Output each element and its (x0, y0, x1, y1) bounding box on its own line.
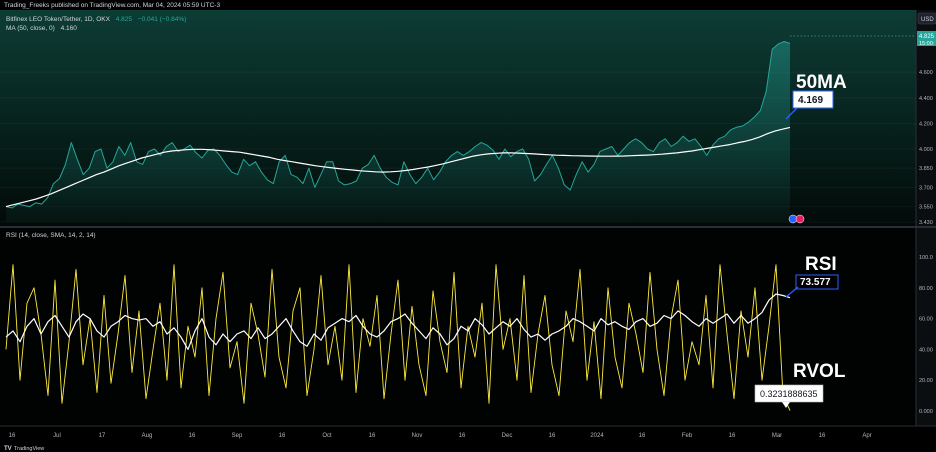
x-axis-tick: Sep (232, 433, 243, 439)
x-axis-tick: Nov (412, 433, 423, 439)
chart-root: Trading_Freeks published on TradingView.… (0, 2, 936, 452)
last-price-tag-value: 4.825 (919, 34, 935, 40)
x-axis-tick: Dec (502, 433, 513, 439)
x-axis-tick: Feb (682, 433, 693, 439)
event-icon[interactable] (795, 214, 805, 224)
price-y-tick: 4.000 (919, 147, 933, 153)
published-line: Trading_Freeks published on TradingView.… (4, 2, 220, 9)
price-y-tick: 3.700 (919, 185, 933, 191)
rsi-y-tick: 60.00 (919, 317, 933, 323)
x-axis-tick: 16 (549, 433, 556, 439)
last-price-tag-time: 15:00: (919, 41, 935, 47)
symbol-change: −0.041 (−0.84%) (138, 16, 186, 23)
x-axis-tick: Oct (322, 433, 332, 439)
rsi-y-tick: 20.00 (919, 378, 933, 384)
x-axis-tick: 17 (99, 433, 106, 439)
x-axis-tick: Jul (53, 433, 61, 439)
price-y-tick: 4.600 (919, 70, 933, 76)
x-axis-tick: Apr (862, 433, 871, 439)
price-y-tick: 3.550 (919, 205, 933, 211)
ma-value: 4.160 (61, 25, 78, 32)
ma-label: MA (50, close, 0) (6, 25, 55, 32)
ma-annotation-value: 4.169 (798, 95, 823, 106)
symbol-price: 4.825 (116, 16, 133, 23)
x-axis-tick: 16 (639, 433, 646, 439)
price-y-tick: 4.400 (919, 96, 933, 102)
rsi-y-tick: 100.0 (919, 255, 933, 261)
rsi-y-tick: 80.00 (919, 286, 933, 292)
symbol-name: Bitfinex LEO Token/Tether, 1D, OKX (6, 16, 111, 23)
price-y-tick: 3.850 (919, 166, 933, 172)
rsi-panel-label: RSI (14, close, SMA, 14, 2, 14) (6, 232, 96, 239)
ma-annotation-title: 50MA (796, 72, 847, 93)
rsi-y-tick: 40.00 (919, 347, 933, 353)
x-axis-tick: 16 (9, 433, 16, 439)
rsi-y-tick: 0.000 (919, 409, 933, 415)
rsi-annotation-title: RSI (805, 254, 837, 275)
tradingview-logo-icon: TV (4, 446, 12, 452)
x-axis-tick: Mar (772, 433, 782, 439)
currency-label: USD (921, 17, 934, 23)
x-axis-tick: 16 (279, 433, 286, 439)
xaxis-bg (0, 427, 936, 443)
x-axis-tick: 16 (189, 433, 196, 439)
symbol-line: Bitfinex LEO Token/Tether, 1D, OKX 4.825… (6, 16, 186, 23)
x-axis-tick: 16 (459, 433, 466, 439)
footer-brand: TradingView (14, 446, 44, 452)
x-axis-tick: 16 (729, 433, 736, 439)
rsi-annotation-value: 73.577 (800, 277, 831, 288)
x-axis-tick: 2024 (590, 433, 604, 439)
price-y-tick: 3.430 (919, 220, 933, 226)
price-y-tick: 4.200 (919, 121, 933, 127)
x-axis-tick: 16 (369, 433, 376, 439)
x-axis-tick: 16 (819, 433, 826, 439)
x-axis-tick: Aug (142, 433, 153, 439)
rvol-annotation-value: 0.3231888635 (760, 389, 818, 399)
rvol-annotation-title: RVOL (793, 361, 846, 382)
ma-indicator-line: MA (50, close, 0) 4.160 (6, 25, 77, 32)
